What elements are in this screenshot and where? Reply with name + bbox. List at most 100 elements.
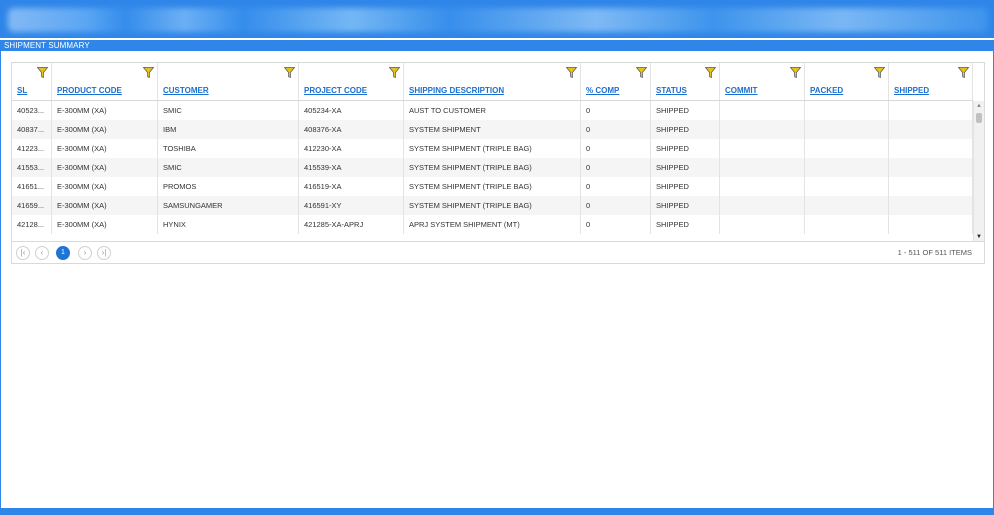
column-header-label[interactable]: STATUS (656, 86, 687, 95)
page-1-button[interactable]: 1 (56, 246, 70, 260)
table-cell (720, 139, 805, 158)
table-cell: 416591-XY (299, 196, 404, 215)
table-cell (889, 120, 973, 139)
table-cell: 41659... (12, 196, 52, 215)
table-cell (805, 177, 889, 196)
filter-icon[interactable] (37, 67, 48, 78)
table-cell: 41651... (12, 177, 52, 196)
prev-page-button[interactable]: ‹ (35, 246, 49, 260)
table-cell: 405234-XA (299, 101, 404, 120)
table-cell: SMIC (158, 101, 299, 120)
table-cell: 0 (581, 101, 651, 120)
column-header-label[interactable]: SHIPPED (894, 86, 929, 95)
table-cell: 0 (581, 120, 651, 139)
table-cell: 416519-XA (299, 177, 404, 196)
table-cell: SYSTEM SHIPMENT (TRIPLE BAG) (404, 158, 581, 177)
column-header-label[interactable]: PACKED (810, 86, 843, 95)
table-cell (805, 196, 889, 215)
shipment-grid: SL PRODUCT CODE CUSTOMER PROJECT CODE SHIPPI… (11, 62, 985, 264)
table-cell: SYSTEM SHIPMENT (TRIPLE BAG) (404, 139, 581, 158)
section-title: SHIPMENT SUMMARY (0, 40, 994, 51)
prev-page-icon: ‹ (40, 248, 44, 257)
column-header-comp: % COMP (581, 63, 651, 100)
table-cell: APRJ SYSTEM SHIPMENT (MT) (404, 215, 581, 234)
table-cell: 0 (581, 177, 651, 196)
table-cell: AUST TO CUSTOMER (404, 101, 581, 120)
table-row[interactable]: 42128... E-300MM (XA) HYNIX 421285-XA-APRJ A… (12, 215, 973, 234)
table-cell: SAMSUNGAMER (158, 196, 299, 215)
table-cell: SYSTEM SHIPMENT (TRIPLE BAG) (404, 196, 581, 215)
filter-icon[interactable] (566, 67, 577, 78)
scroll-up-icon[interactable]: ▲ (976, 103, 982, 109)
last-page-icon: ›| (101, 248, 107, 257)
table-row[interactable]: 41553... E-300MM (XA) SMIC 415539-XA SYSTEM … (12, 158, 973, 177)
table-cell: SHIPPED (651, 215, 720, 234)
column-header-label[interactable]: SL (17, 86, 27, 95)
table-cell: 42128... (12, 215, 52, 234)
column-header-packed: PACKED (805, 63, 889, 100)
table-cell (889, 101, 973, 120)
scroll-down-icon[interactable]: ▼ (976, 234, 982, 240)
table-cell (889, 158, 973, 177)
next-page-icon: › (83, 248, 87, 257)
footer-bar (0, 508, 994, 515)
table-row[interactable]: 40837... E-300MM (XA) IBM 408376-XA SYSTEM S… (12, 120, 973, 139)
table-cell: PROMOS (158, 177, 299, 196)
table-cell: SHIPPED (651, 139, 720, 158)
filter-icon[interactable] (874, 67, 885, 78)
table-cell: 0 (581, 158, 651, 177)
table-row-partial[interactable] (12, 234, 973, 241)
filter-icon[interactable] (958, 67, 969, 78)
table-row[interactable]: 41223... E-300MM (XA) TOSHIBA 412230-XA SYST… (12, 139, 973, 158)
column-header-customer: CUSTOMER (158, 63, 299, 100)
table-cell: 408376-XA (299, 120, 404, 139)
table-cell (720, 158, 805, 177)
table-cell: SHIPPED (651, 120, 720, 139)
table-cell (720, 101, 805, 120)
table-row[interactable]: 40523... E-300MM (XA) SMIC 405234-XA AUST TO… (12, 101, 973, 120)
table-cell: SHIPPED (651, 158, 720, 177)
table-cell (805, 139, 889, 158)
table-cell: 41223... (12, 139, 52, 158)
filter-icon[interactable] (705, 67, 716, 78)
next-page-button[interactable]: › (78, 246, 92, 260)
table-cell: 0 (581, 215, 651, 234)
table-row[interactable]: 41659... E-300MM (XA) SAMSUNGAMER 416591-XY… (12, 196, 973, 215)
filter-icon[interactable] (790, 67, 801, 78)
filter-icon[interactable] (143, 67, 154, 78)
table-cell: SHIPPED (651, 196, 720, 215)
table-cell: SYSTEM SHIPMENT (404, 120, 581, 139)
table-cell: E-300MM (XA) (52, 215, 158, 234)
filter-icon[interactable] (284, 67, 295, 78)
column-header-label[interactable]: COMMIT (725, 86, 757, 95)
table-cell: SHIPPED (651, 101, 720, 120)
column-header-label[interactable]: % COMP (586, 86, 619, 95)
table-cell (720, 196, 805, 215)
table-cell: 41553... (12, 158, 52, 177)
column-header-commit: COMMIT (720, 63, 805, 100)
last-page-button[interactable]: ›| (97, 246, 111, 260)
column-header-status: STATUS (651, 63, 720, 100)
column-header-label[interactable]: PRODUCT CODE (57, 86, 122, 95)
table-cell: E-300MM (XA) (52, 177, 158, 196)
table-cell (805, 215, 889, 234)
filter-icon[interactable] (636, 67, 647, 78)
column-header-label[interactable]: CUSTOMER (163, 86, 209, 95)
table-cell: 415539-XA (299, 158, 404, 177)
filter-icon[interactable] (389, 67, 400, 78)
table-cell: IBM (158, 120, 299, 139)
table-cell: SMIC (158, 158, 299, 177)
table-cell (889, 215, 973, 234)
table-cell: 0 (581, 139, 651, 158)
table-cell (805, 158, 889, 177)
scrollbar-thumb[interactable] (976, 113, 982, 123)
first-page-icon: |‹ (20, 248, 26, 257)
left-border (0, 51, 1, 508)
vertical-scrollbar[interactable]: ▲ ▼ (973, 101, 984, 241)
column-header-label[interactable]: PROJECT CODE (304, 86, 367, 95)
table-cell: E-300MM (XA) (52, 101, 158, 120)
column-header-label[interactable]: SHIPPING DESCRIPTION (409, 86, 504, 95)
first-page-button[interactable]: |‹ (16, 246, 30, 260)
table-cell: SYSTEM SHIPMENT (TRIPLE BAG) (404, 177, 581, 196)
table-row[interactable]: 41651... E-300MM (XA) PROMOS 416519-XA SYSTE… (12, 177, 973, 196)
